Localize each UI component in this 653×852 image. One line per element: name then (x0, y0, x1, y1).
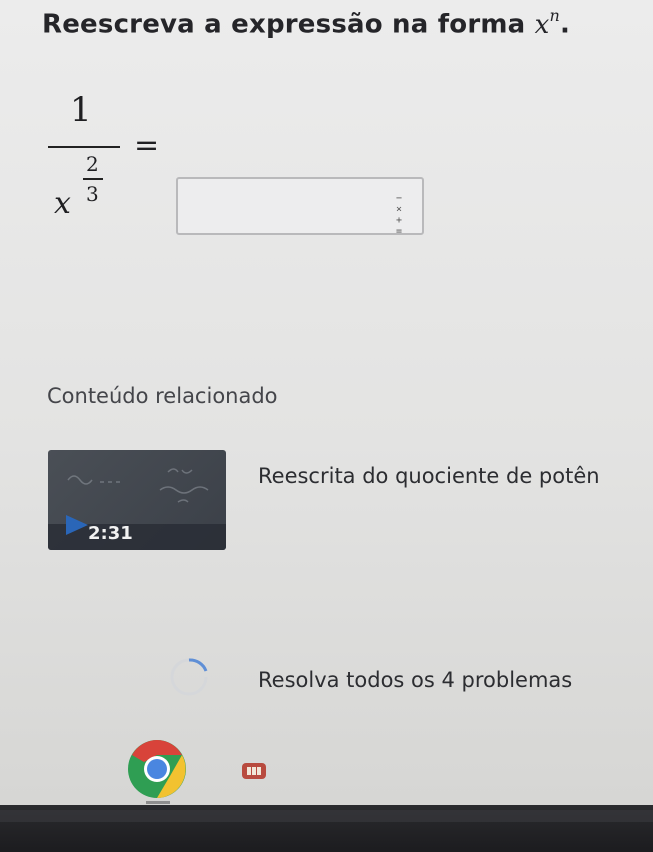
answer-input[interactable]: − × + = (176, 177, 424, 237)
exponent-bar (83, 178, 103, 180)
play-icon[interactable] (66, 515, 88, 535)
practice-circle-icon (170, 658, 208, 696)
fraction-numerator: 1 (70, 90, 92, 130)
chrome-active-indicator (146, 801, 170, 804)
practice-link[interactable]: Resolva todos os 4 problemas (258, 668, 572, 692)
question-prefix: Reescreva a expressão na forma (42, 9, 535, 40)
question-base: x (534, 9, 550, 40)
fraction-expression: 1 x 2 3 (48, 90, 138, 240)
keypad-icon-top: − × (395, 193, 403, 215)
question-exponent: n (549, 6, 561, 25)
question-math: xn (534, 6, 560, 40)
video-thumbnail[interactable]: 2:31 (48, 450, 226, 550)
exponent-numerator: 2 (86, 152, 99, 176)
exercise-page: Reescreva a expressão na forma xn. 1 x 2… (0, 0, 653, 805)
keypad-icon[interactable]: − × + = (390, 193, 408, 237)
app-icon[interactable] (240, 760, 268, 782)
fraction-bar (48, 146, 120, 148)
question-suffix: . (560, 9, 571, 40)
exponent-denominator: 3 (86, 182, 99, 206)
fraction-base: x (54, 186, 71, 221)
video-title-link[interactable]: Reescrita do quociente de potên (258, 464, 600, 488)
keypad-icon-bottom: + = (395, 215, 403, 237)
question-title: Reescreva a expressão na forma xn. (42, 6, 571, 40)
equals-sign: = (134, 128, 160, 163)
taskbar-band (0, 810, 653, 822)
video-thumbnail-scribble (67, 468, 209, 503)
video-duration: 2:31 (88, 523, 133, 544)
chrome-icon[interactable] (126, 738, 188, 800)
related-content-heading: Conteúdo relacionado (47, 384, 278, 408)
